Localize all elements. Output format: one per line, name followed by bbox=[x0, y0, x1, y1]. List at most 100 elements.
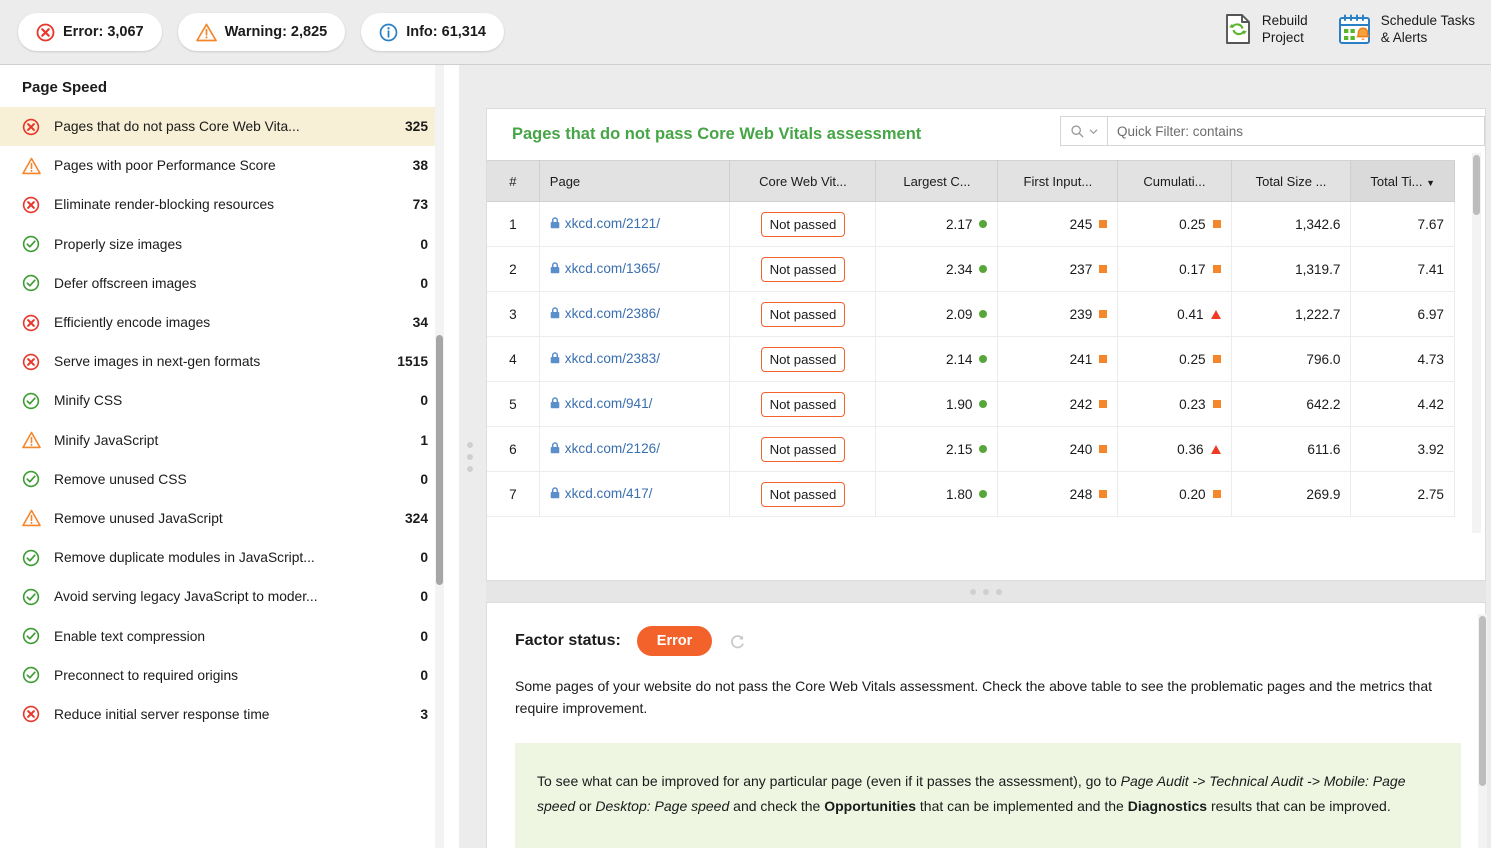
sidebar-item[interactable]: Reduce initial server response time3 bbox=[0, 695, 442, 734]
lcp-value: 2.09 bbox=[946, 307, 972, 322]
table-column-header-size[interactable]: Total Size ... bbox=[1231, 161, 1351, 202]
lcp-status-marker bbox=[979, 310, 987, 318]
cell-index: 1 bbox=[487, 202, 539, 247]
table-row[interactable]: 2xkcd.com/1365/Not passed2.342370.171,31… bbox=[487, 247, 1455, 292]
sidebar-scrollbar-thumb[interactable] bbox=[436, 335, 443, 585]
sidebar-item[interactable]: Enable text compression0 bbox=[0, 616, 442, 655]
sidebar-item[interactable]: Defer offscreen images0 bbox=[0, 264, 442, 303]
cell-total-time: 3.92 bbox=[1351, 427, 1455, 472]
cell-total-time: 4.42 bbox=[1351, 382, 1455, 427]
cell-page[interactable]: xkcd.com/2386/ bbox=[539, 292, 730, 337]
status-chip-warning[interactable]: Warning: 2,825 bbox=[178, 13, 346, 51]
table-row[interactable]: 1xkcd.com/2121/Not passed2.172450.251,34… bbox=[487, 202, 1455, 247]
sidebar-item[interactable]: Eliminate render-blocking resources73 bbox=[0, 185, 442, 224]
check-circle-icon bbox=[22, 392, 40, 410]
sidebar-item[interactable]: Avoid serving legacy JavaScript to moder… bbox=[0, 577, 442, 616]
page-link[interactable]: xkcd.com/941/ bbox=[550, 396, 653, 411]
sidebar-item-label: Reduce initial server response time bbox=[54, 707, 410, 722]
schedule-tasks-button[interactable]: Schedule Tasks & Alerts bbox=[1334, 10, 1479, 48]
cell-page[interactable]: xkcd.com/1365/ bbox=[539, 247, 730, 292]
factor-panel-scrollbar-thumb[interactable] bbox=[1479, 616, 1486, 786]
cwv-badge: Not passed bbox=[761, 212, 846, 237]
lock-icon bbox=[550, 217, 560, 229]
sidebar-item[interactable]: Remove unused JavaScript324 bbox=[0, 499, 442, 538]
cell-page[interactable]: xkcd.com/941/ bbox=[539, 382, 730, 427]
cls-status-marker bbox=[1213, 490, 1221, 498]
cell-core-web-vitals: Not passed bbox=[730, 202, 876, 247]
sidebar-scrollbar[interactable] bbox=[435, 65, 444, 848]
table-row[interactable]: 7xkcd.com/417/Not passed1.802480.20269.9… bbox=[487, 472, 1455, 517]
sidebar-item-label: Minify CSS bbox=[54, 393, 410, 408]
sidebar-item-status-icon bbox=[22, 157, 42, 175]
table-column-header-lcp[interactable]: Largest C... bbox=[876, 161, 998, 202]
refresh-icon[interactable] bbox=[728, 632, 747, 651]
sidebar-item[interactable]: Remove duplicate modules in JavaScript..… bbox=[0, 538, 442, 577]
cell-largest-contentful-paint: 2.17 bbox=[876, 202, 998, 247]
fid-status-marker bbox=[1099, 265, 1107, 273]
lcp-value: 2.15 bbox=[946, 442, 972, 457]
status-chip-label: Error: 3,067 bbox=[63, 24, 144, 40]
page-link[interactable]: xkcd.com/1365/ bbox=[550, 261, 660, 276]
table-row[interactable]: 5xkcd.com/941/Not passed1.902420.23642.2… bbox=[487, 382, 1455, 427]
sidebar-item[interactable]: Efficiently encode images34 bbox=[0, 303, 442, 342]
fid-status-marker bbox=[1099, 400, 1107, 408]
sidebar-item[interactable]: Pages that do not pass Core Web Vita...3… bbox=[0, 107, 442, 146]
sidebar-item[interactable]: Preconnect to required origins0 bbox=[0, 656, 442, 695]
status-badge[interactable]: Error bbox=[637, 626, 712, 656]
tip-part2: or bbox=[575, 798, 595, 814]
sidebar-item[interactable]: Remove unused CSS0 bbox=[0, 460, 442, 499]
sidebar-item[interactable]: Minify JavaScript1 bbox=[0, 421, 442, 460]
table-column-header-page[interactable]: Page bbox=[539, 161, 730, 202]
sidebar-item[interactable]: Minify CSS0 bbox=[0, 381, 442, 420]
cls-value: 0.36 bbox=[1177, 442, 1203, 457]
vertical-splitter[interactable] bbox=[459, 65, 481, 848]
table-column-label: First Input... bbox=[1024, 174, 1093, 189]
sidebar-item-label: Remove duplicate modules in JavaScript..… bbox=[54, 550, 410, 565]
page-link[interactable]: xkcd.com/2386/ bbox=[550, 306, 660, 321]
page-link[interactable]: xkcd.com/2383/ bbox=[550, 351, 660, 366]
fid-status-marker bbox=[1099, 490, 1107, 498]
table-column-header-cls[interactable]: Cumulati... bbox=[1118, 161, 1231, 202]
table-column-header-cwv[interactable]: Core Web Vit... bbox=[730, 161, 876, 202]
cls-status-marker bbox=[1213, 400, 1221, 408]
sidebar-item-status-icon bbox=[22, 549, 42, 567]
search-input[interactable] bbox=[1107, 116, 1485, 146]
quick-filter-search-button[interactable] bbox=[1060, 116, 1107, 146]
cell-cumulative-layout-shift: 0.25 bbox=[1118, 202, 1231, 247]
status-chip-error[interactable]: Error: 3,067 bbox=[18, 13, 162, 51]
table-row[interactable]: 3xkcd.com/2386/Not passed2.092390.411,22… bbox=[487, 292, 1455, 337]
page-link[interactable]: xkcd.com/2121/ bbox=[550, 216, 660, 231]
cell-page[interactable]: xkcd.com/2383/ bbox=[539, 337, 730, 382]
sidebar-item-count: 0 bbox=[410, 589, 428, 604]
table-column-header-num[interactable]: # bbox=[487, 161, 539, 202]
lock-icon bbox=[550, 442, 560, 454]
tip-part1: To see what can be improved for any part… bbox=[537, 773, 1121, 789]
page-link[interactable]: xkcd.com/2126/ bbox=[550, 441, 660, 456]
cell-page[interactable]: xkcd.com/417/ bbox=[539, 472, 730, 517]
table-scrollbar-thumb[interactable] bbox=[1473, 155, 1480, 215]
sidebar-item[interactable]: Pages with poor Performance Score38 bbox=[0, 146, 442, 185]
cell-total-time: 2.75 bbox=[1351, 472, 1455, 517]
sidebar-item[interactable]: Serve images in next-gen formats1515 bbox=[0, 342, 442, 381]
cls-value: 0.41 bbox=[1177, 307, 1203, 322]
cell-first-input-delay: 239 bbox=[998, 292, 1118, 337]
table-column-header-fid[interactable]: First Input... bbox=[998, 161, 1118, 202]
top-toolbar: Error: 3,067 Warning: 2,825 Info: 61,314 R… bbox=[0, 0, 1491, 65]
table-scrollbar[interactable] bbox=[1472, 153, 1481, 533]
cell-core-web-vitals: Not passed bbox=[730, 337, 876, 382]
horizontal-splitter[interactable] bbox=[486, 581, 1486, 602]
status-chip-info[interactable]: Info: 61,314 bbox=[361, 13, 504, 51]
page-link[interactable]: xkcd.com/417/ bbox=[550, 486, 653, 501]
table-row[interactable]: 4xkcd.com/2383/Not passed2.142410.25796.… bbox=[487, 337, 1455, 382]
cell-page[interactable]: xkcd.com/2121/ bbox=[539, 202, 730, 247]
rebuild-project-button[interactable]: Rebuild Project bbox=[1219, 10, 1312, 48]
cell-page[interactable]: xkcd.com/2126/ bbox=[539, 427, 730, 472]
factor-panel-scrollbar[interactable] bbox=[1478, 614, 1487, 848]
page-url: xkcd.com/1365/ bbox=[565, 261, 660, 276]
table-column-header-time[interactable]: Total Ti... ▼ bbox=[1351, 161, 1455, 202]
table-row[interactable]: 6xkcd.com/2126/Not passed2.152400.36611.… bbox=[487, 427, 1455, 472]
quick-filter bbox=[1060, 116, 1485, 146]
sidebar-item[interactable]: Properly size images0 bbox=[0, 225, 442, 264]
fid-status-marker bbox=[1099, 355, 1107, 363]
sidebar-factor-list: Pages that do not pass Core Web Vita...3… bbox=[0, 107, 442, 734]
